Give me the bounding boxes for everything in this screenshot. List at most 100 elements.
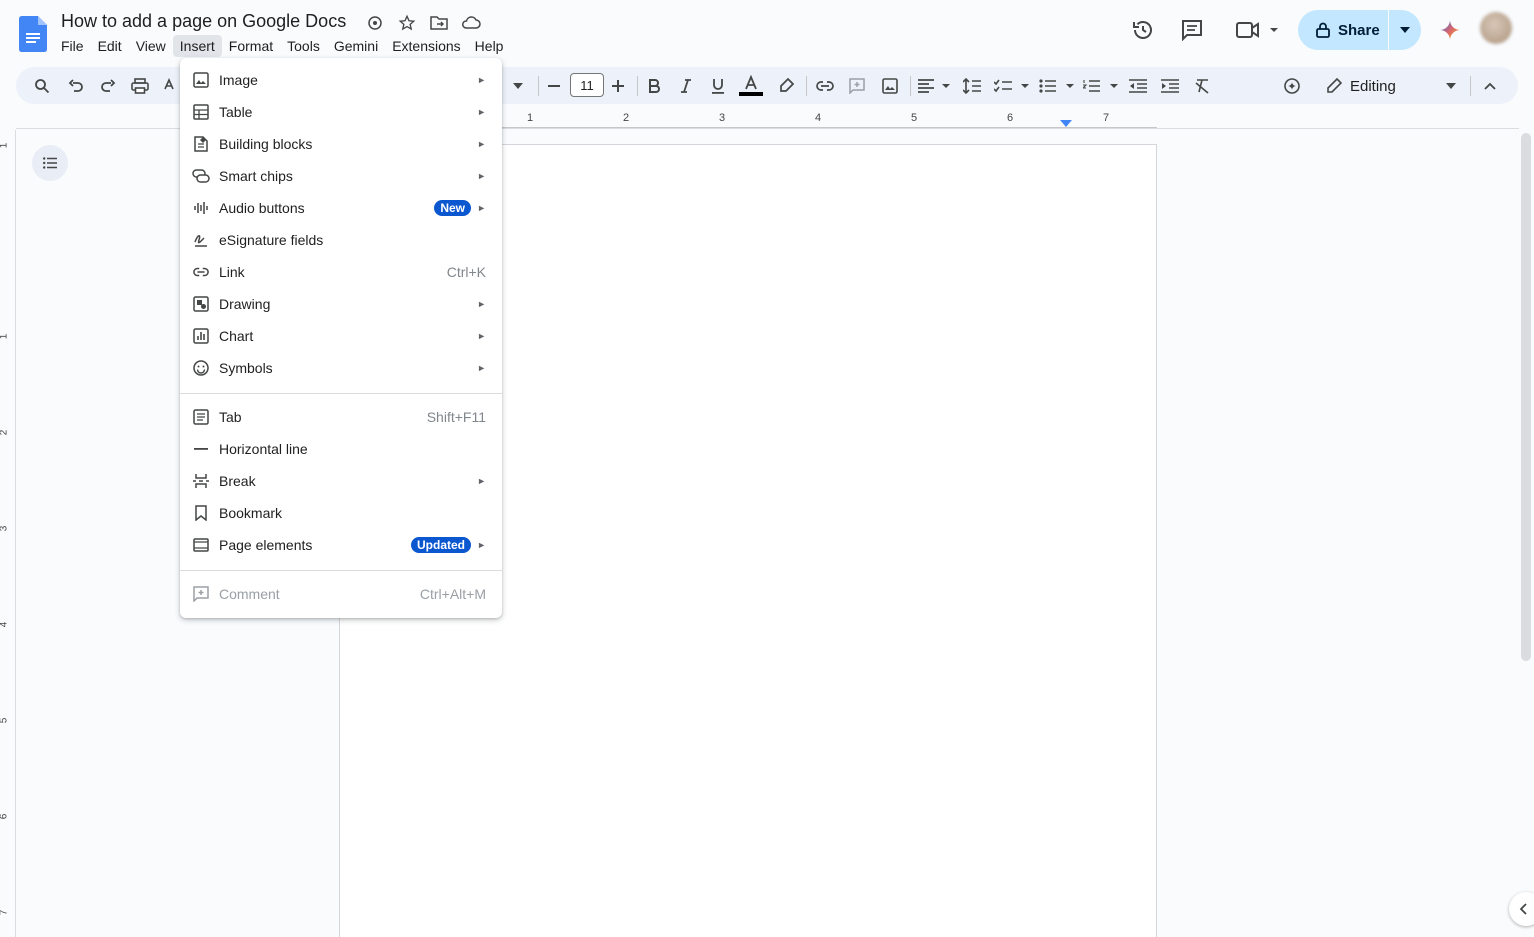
menu-item-label: Image (219, 72, 258, 88)
menu-extensions[interactable]: Extensions (385, 35, 467, 57)
side-panel-toggle-icon[interactable] (1509, 892, 1534, 926)
underline-icon[interactable] (705, 73, 731, 99)
menu-file[interactable]: File (54, 35, 91, 57)
submenu-arrow-icon: ► (477, 476, 486, 486)
chevron-down-icon (1446, 83, 1456, 89)
text-color-icon[interactable] (738, 73, 764, 99)
insert-image-icon[interactable] (877, 73, 903, 99)
version-history-icon[interactable] (1125, 10, 1161, 50)
menu-item-smart-chips[interactable]: Smart chips ► (180, 160, 502, 192)
gemini-icon[interactable] (1434, 10, 1466, 50)
gemini-assist-icon[interactable] (1279, 73, 1305, 99)
menu-item-audio-buttons[interactable]: Audio buttons New ► (180, 192, 502, 224)
account-avatar[interactable] (1480, 12, 1512, 44)
bulleted-list-icon[interactable] (1038, 73, 1076, 99)
audio-icon (192, 199, 210, 217)
label-icon[interactable] (364, 12, 386, 34)
menu-help[interactable]: Help (468, 35, 511, 57)
menu-item-break[interactable]: Break ► (180, 465, 502, 497)
drawing-icon (192, 295, 210, 313)
menu-item-table[interactable]: Table ► (180, 96, 502, 128)
font-size-input[interactable]: 11 (570, 73, 604, 97)
share-dropdown-icon[interactable] (1389, 10, 1421, 50)
insert-link-icon[interactable] (812, 73, 838, 99)
menu-item-label: Link (219, 264, 245, 280)
menu-item-building-blocks[interactable]: Building blocks ► (180, 128, 502, 160)
menu-item-link[interactable]: Link Ctrl+K (180, 256, 502, 288)
cloud-saved-icon[interactable] (460, 12, 482, 34)
submenu-arrow-icon: ► (477, 540, 486, 550)
line-spacing-icon[interactable] (959, 73, 985, 99)
numbered-list-icon[interactable] (1082, 73, 1120, 99)
building-blocks-icon (192, 135, 210, 153)
comments-icon[interactable] (1174, 10, 1210, 50)
increase-font-size-icon[interactable] (605, 73, 631, 99)
move-folder-icon[interactable] (428, 12, 450, 34)
menu-item-page-elements[interactable]: Page elements Updated ► (180, 529, 502, 561)
share-label: Share (1338, 21, 1380, 39)
align-icon[interactable] (915, 73, 953, 99)
highlight-color-icon[interactable] (773, 73, 799, 99)
redo-icon[interactable] (95, 73, 121, 99)
ruler-mark: 6 (1007, 112, 1014, 124)
docs-logo-icon[interactable] (19, 16, 47, 52)
menu-view[interactable]: View (129, 35, 173, 57)
lock-icon (1316, 22, 1330, 38)
star-icon[interactable] (396, 12, 418, 34)
menu-item-chart[interactable]: Chart ► (180, 320, 502, 352)
vertical-scrollbar[interactable] (1521, 133, 1531, 661)
link-icon (192, 263, 210, 281)
increase-indent-icon[interactable] (1157, 73, 1183, 99)
menu-item-label: Bookmark (219, 505, 283, 521)
editing-mode-dropdown[interactable]: Editing (1326, 72, 1456, 100)
print-icon[interactable] (127, 73, 153, 99)
menu-gemini[interactable]: Gemini (327, 35, 385, 57)
menu-item-label: Symbols (219, 360, 273, 376)
search-menus-icon[interactable] (29, 73, 55, 99)
menu-item-symbols[interactable]: Symbols ► (180, 352, 502, 384)
ruler-mark: 4 (0, 622, 9, 628)
image-icon (192, 71, 210, 89)
menu-item-horizontal-line[interactable]: Horizontal line (180, 433, 502, 465)
ruler-mark: 7 (1103, 112, 1110, 124)
hide-menus-icon[interactable] (1477, 73, 1503, 99)
document-title[interactable]: How to add a page on Google Docs (61, 11, 346, 32)
menu-item-tab[interactable]: Tab Shift+F11 (180, 401, 502, 433)
menu-item-label: Smart chips (219, 168, 293, 184)
font-dropdown-arrow-icon[interactable] (507, 73, 529, 99)
italic-icon[interactable] (673, 73, 699, 99)
share-button[interactable]: Share (1298, 10, 1421, 50)
menu-item-esignature-fields[interactable]: eSignature fields (180, 224, 502, 256)
document-outline-icon[interactable] (32, 145, 68, 181)
submenu-arrow-icon: ► (477, 107, 486, 117)
ruler-mark: 7 (0, 910, 9, 916)
submenu-arrow-icon: ► (477, 331, 486, 341)
menu-item-drawing[interactable]: Drawing ► (180, 288, 502, 320)
spellcheck-icon[interactable] (161, 73, 181, 99)
menu-item-image[interactable]: Image ► (180, 64, 502, 96)
vertical-ruler: 1 1 2 3 4 5 6 7 (0, 130, 16, 937)
break-icon (192, 472, 210, 490)
menu-item-label: Drawing (219, 296, 271, 312)
menu-insert[interactable]: Insert (172, 35, 222, 57)
comment-add-icon (192, 585, 210, 603)
decrease-indent-icon[interactable] (1125, 73, 1151, 99)
checklist-icon[interactable] (993, 73, 1031, 99)
add-comment-icon[interactable] (844, 73, 870, 99)
ruler-mark: 3 (0, 526, 9, 532)
clear-formatting-icon[interactable] (1189, 73, 1215, 99)
smart-chips-icon (192, 167, 210, 185)
ruler-mark: 6 (0, 814, 9, 820)
decrease-font-size-icon[interactable] (541, 73, 567, 99)
menu-item-bookmark[interactable]: Bookmark (180, 497, 502, 529)
bold-icon[interactable] (641, 73, 667, 99)
chart-icon (192, 327, 210, 345)
menu-format[interactable]: Format (222, 35, 280, 57)
menu-item-label: Break (219, 473, 256, 489)
undo-icon[interactable] (63, 73, 89, 99)
meet-icon[interactable] (1230, 10, 1282, 50)
menu-tools[interactable]: Tools (280, 35, 327, 57)
table-icon (192, 103, 210, 121)
bookmark-icon (192, 504, 210, 522)
menu-edit[interactable]: Edit (91, 35, 129, 57)
